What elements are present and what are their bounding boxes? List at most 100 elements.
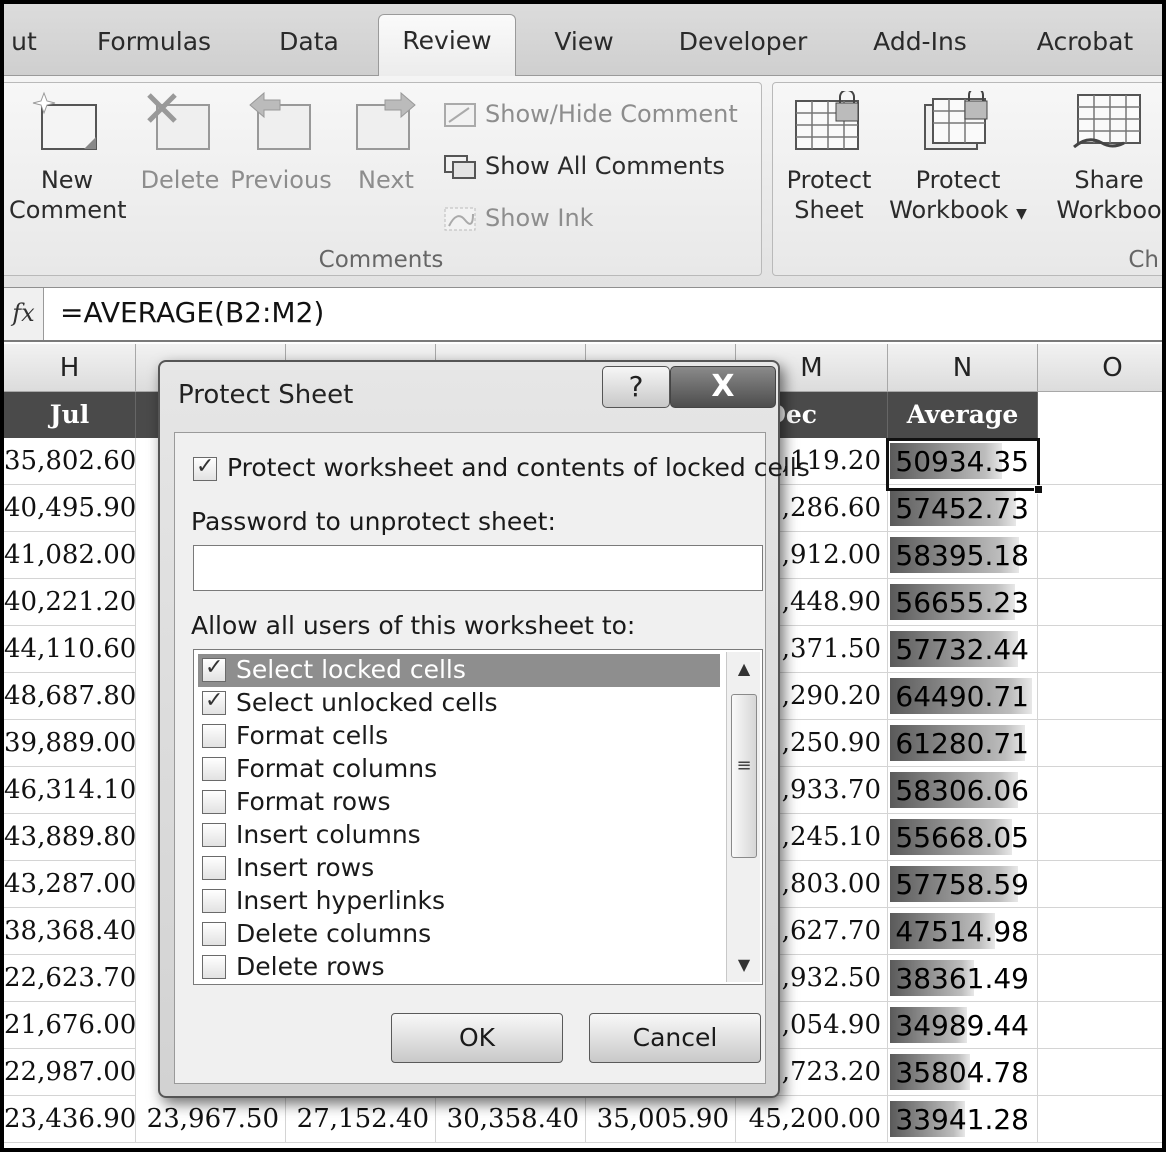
cell-average[interactable]: 33941.28 [888,1096,1038,1143]
cell-empty[interactable] [1038,438,1162,485]
protect-worksheet-checkbox[interactable] [193,454,217,481]
cell-value[interactable]: 23,967.50 [136,1096,286,1143]
cell-dec[interactable]: 45,200.00 [736,1096,888,1143]
permission-item[interactable]: Delete rows [198,951,720,984]
cell-jul[interactable]: 22,623.70 [4,955,136,1002]
cell-jul[interactable]: 39,889.00 [4,720,136,767]
cell-empty[interactable] [1038,1049,1162,1096]
permission-item[interactable]: Format rows [198,786,720,819]
cell-empty[interactable] [1038,814,1162,861]
cell-average[interactable]: 57452.73 [888,485,1038,532]
cell-empty[interactable] [1038,532,1162,579]
permission-item[interactable]: Insert columns [198,819,720,852]
password-input[interactable] [193,545,763,591]
permission-item[interactable]: Insert hyperlinks [198,885,720,918]
permissions-list[interactable]: Select locked cells Select unlocked cells… [193,649,763,985]
cell-jul[interactable]: 22,987.00 [4,1049,136,1096]
permission-checkbox[interactable] [202,955,226,979]
cell-empty[interactable] [1038,673,1162,720]
cell-average[interactable]: 56655.23 [888,579,1038,626]
new-comment-button[interactable]: New Comment [9,91,127,225]
ok-button[interactable]: OK [391,1013,563,1063]
scroll-down-arrow-icon[interactable]: ▼ [727,950,761,980]
cell-value[interactable]: 35,005.90 [586,1096,736,1143]
cell-empty[interactable] [1038,1002,1162,1049]
cell-value[interactable]: 27,152.40 [286,1096,436,1143]
cell-average[interactable]: 47514.98 [888,908,1038,955]
permission-checkbox[interactable] [202,655,226,682]
permission-item[interactable]: Select locked cells [198,654,720,687]
tab-view[interactable]: View [534,16,634,74]
scroll-up-arrow-icon[interactable]: ▲ [727,654,761,684]
cell-empty[interactable] [1038,908,1162,955]
cell-empty[interactable] [1038,720,1162,767]
cell-average[interactable]: 34989.44 [888,1002,1038,1049]
insert-function-button[interactable]: fx [4,288,44,340]
permission-checkbox[interactable] [202,688,226,715]
cell-jul[interactable]: 40,221.20 [4,579,136,626]
cell-average[interactable]: 57758.59 [888,861,1038,908]
scroll-thumb[interactable]: ≡ [731,694,757,858]
tab-developer[interactable]: Developer [668,16,818,74]
cell-jul[interactable]: 35,802.60 [4,438,136,485]
permission-checkbox[interactable] [202,823,226,847]
cell-jul[interactable]: 48,687.80 [4,673,136,720]
next-comment-button[interactable]: Next [345,91,427,195]
cell-jul[interactable]: 38,368.40 [4,908,136,955]
header-cell-jul[interactable]: Jul [4,392,136,438]
cell-average[interactable]: 38361.49 [888,955,1038,1002]
cell-jul[interactable]: 41,082.00 [4,532,136,579]
cell-average[interactable]: 35804.78 [888,1049,1038,1096]
tab-data[interactable]: Data [254,16,364,74]
permission-item[interactable]: Format cells [198,720,720,753]
tab-layout-partial[interactable]: ut [4,16,44,74]
tab-acrobat[interactable]: Acrobat [1020,16,1150,74]
protect-workbook-button[interactable]: Protect Workbook ▼ [883,91,1033,229]
cell-jul[interactable]: 46,314.10 [4,767,136,814]
cell-jul[interactable]: 43,287.00 [4,861,136,908]
permissions-scrollbar[interactable]: ▲ ≡ ▼ [726,652,760,982]
permission-checkbox[interactable] [202,889,226,913]
share-workbook-button[interactable]: Share Workboo [1045,91,1162,225]
column-header-n[interactable]: N [888,344,1038,392]
tab-formulas[interactable]: Formulas [84,16,224,74]
cell-empty[interactable] [1038,579,1162,626]
show-ink-button[interactable]: Show Ink [439,201,594,235]
protect-sheet-button[interactable]: Protect Sheet [779,91,879,225]
help-button[interactable]: ? [602,366,670,408]
delete-comment-button[interactable]: Delete [135,91,225,195]
cell-jul[interactable]: 44,110.60 [4,626,136,673]
permission-checkbox[interactable] [202,724,226,748]
cell-jul[interactable]: 40,495.90 [4,485,136,532]
cell-value[interactable]: 30,358.40 [436,1096,586,1143]
cell-jul[interactable]: 21,676.00 [4,1002,136,1049]
cell-average[interactable]: 50934.35 [888,438,1038,485]
permission-item[interactable]: Format columns [198,753,720,786]
cell-jul[interactable]: 23,436.90 [4,1096,136,1143]
cell-empty[interactable] [1038,861,1162,908]
permission-item[interactable]: Delete columns [198,918,720,951]
cell-empty[interactable] [1038,1096,1162,1143]
show-all-comments-button[interactable]: Show All Comments [439,149,725,183]
cell-average[interactable]: 58306.06 [888,767,1038,814]
cell-jul[interactable]: 43,889.80 [4,814,136,861]
cancel-button[interactable]: Cancel [589,1013,761,1063]
cell-empty[interactable] [1038,955,1162,1002]
show-hide-comment-button[interactable]: Show/Hide Comment [439,97,738,131]
column-header-o[interactable]: O [1038,344,1162,392]
cell-empty[interactable] [1038,485,1162,532]
permission-checkbox[interactable] [202,856,226,880]
column-header-h[interactable]: H [4,344,136,392]
close-button[interactable]: X [670,366,776,408]
header-cell-average[interactable]: Average [888,392,1038,438]
permission-item[interactable]: Insert rows [198,852,720,885]
cell-empty[interactable] [1038,767,1162,814]
permission-checkbox[interactable] [202,922,226,946]
cell-average[interactable]: 64490.71 [888,673,1038,720]
cell-average[interactable]: 61280.71 [888,720,1038,767]
cell-average[interactable]: 55668.05 [888,814,1038,861]
permission-item[interactable]: Select unlocked cells [198,687,720,720]
tab-review[interactable]: Review [378,14,516,77]
tab-add-ins[interactable]: Add-Ins [860,16,980,74]
cell-empty[interactable] [1038,626,1162,673]
